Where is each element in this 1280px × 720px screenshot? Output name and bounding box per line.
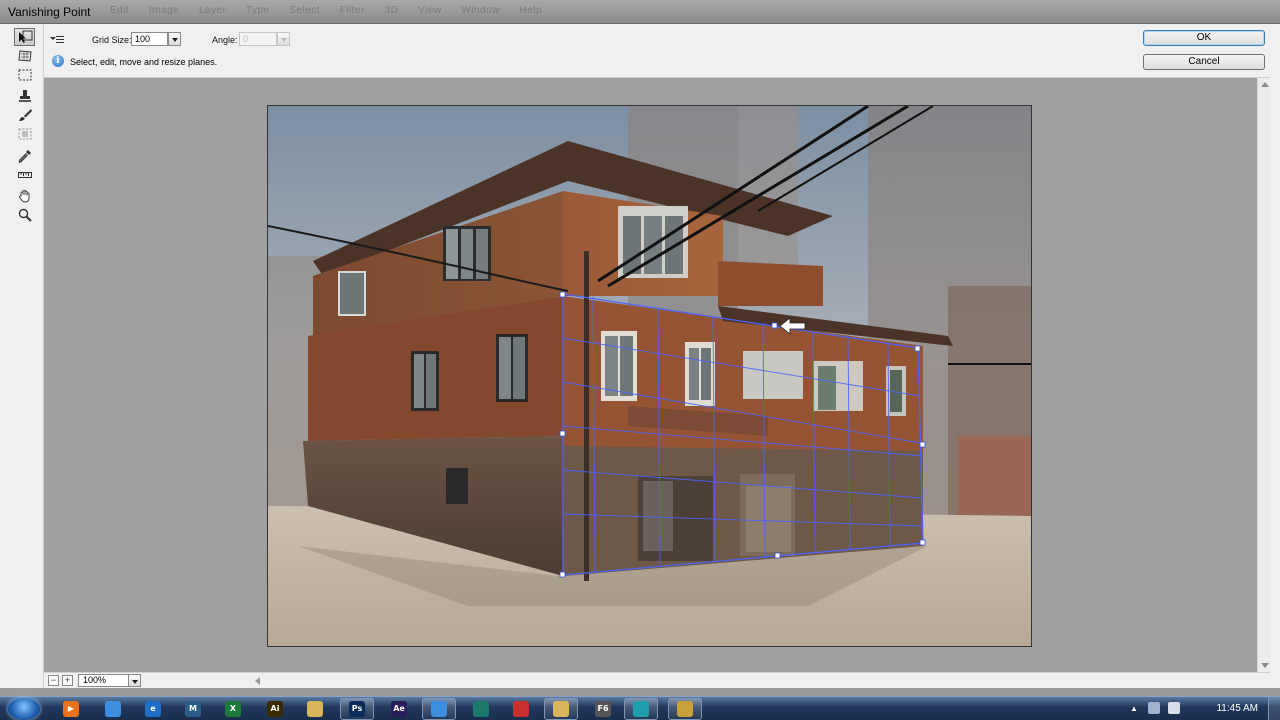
hand-icon (18, 190, 29, 203)
stamp-icon (18, 90, 31, 102)
taskbar-media-player-button[interactable]: ▶ (54, 698, 88, 720)
window-title: Vanishing Point (8, 5, 91, 19)
start-button[interactable] (8, 698, 40, 720)
edit-plane-tool[interactable] (14, 28, 35, 46)
excel-icon: X (225, 701, 241, 717)
hand-tool[interactable] (14, 187, 35, 205)
photoshop-icon: Ps (349, 701, 365, 717)
camtasia-icon (473, 701, 489, 717)
taskbar-illustrator-button[interactable]: Ai (258, 698, 292, 720)
eyedropper-icon (18, 150, 31, 163)
tray-expand-icon[interactable]: ▲ (1130, 704, 1138, 713)
grid-size-input[interactable]: 100 (131, 32, 168, 46)
taskbar-acrobat-button[interactable] (504, 698, 538, 720)
chrome-open-icon (431, 701, 447, 717)
zoom-level-field[interactable]: 100% (78, 674, 132, 687)
recorder-icon (633, 701, 649, 717)
cancel-button[interactable]: Cancel (1143, 54, 1265, 70)
taskbar-maya-button[interactable]: M (176, 698, 210, 720)
windows-taskbar: ▶ e M X Ai Ps Ae F6 ▲ 11:45 AM (0, 696, 1280, 720)
folder-icon (553, 701, 569, 717)
ok-button[interactable]: OK (1143, 30, 1265, 46)
taskbar-photoshop-button[interactable]: Ps (340, 698, 374, 720)
tool-app-icon (677, 701, 693, 717)
brush-tool[interactable] (14, 106, 35, 124)
volume-icon[interactable] (1168, 702, 1180, 714)
tool-strip (0, 24, 44, 688)
f6-app-icon: F6 (595, 701, 611, 717)
zoom-status-bar: − + 100% (44, 672, 1270, 688)
acrobat-icon (513, 701, 529, 717)
edge-browser-icon: e (145, 701, 161, 717)
taskbar-after-effects-button[interactable]: Ae (382, 698, 416, 720)
maya-icon: M (185, 701, 201, 717)
ruler-icon (17, 172, 32, 178)
panel-menu-icon[interactable] (50, 34, 64, 44)
taskbar-f6-app-button[interactable]: F6 (586, 698, 620, 720)
explorer-icon (307, 701, 323, 717)
taskbar-chrome-open-button[interactable] (422, 698, 456, 720)
taskbar-excel-button[interactable]: X (216, 698, 250, 720)
magnifier-icon (18, 208, 32, 222)
network-icon[interactable] (1148, 702, 1160, 714)
stamp-tool[interactable] (14, 87, 35, 105)
after-effects-icon: Ae (391, 701, 407, 717)
brush-icon (18, 109, 32, 121)
title-bar: Vanishing Point Edit Image Layer Type Se… (0, 0, 1280, 24)
taskbar-chrome-button[interactable] (96, 698, 130, 720)
taskbar-clock[interactable]: 11:45 AM (1216, 703, 1258, 714)
angle-label: Angle: (212, 35, 238, 45)
building-photo[interactable] (267, 105, 1032, 647)
create-plane-tool[interactable] (14, 47, 35, 65)
taskbar-folder-button[interactable] (544, 698, 578, 720)
media-player-icon: ▶ (63, 701, 79, 717)
building-image (268, 106, 1031, 646)
measure-tool[interactable] (14, 166, 35, 184)
angle-input[interactable]: 0 (239, 32, 277, 46)
zoom-in-button[interactable]: + (62, 675, 73, 686)
marquee-tool[interactable] (14, 66, 35, 84)
taskbar-recorder-button[interactable] (624, 698, 658, 720)
chrome-icon (105, 701, 121, 717)
zoom-out-button[interactable]: − (48, 675, 59, 686)
info-icon: i (52, 55, 64, 67)
grid-size-dropdown-icon[interactable] (168, 32, 181, 46)
transform-icon (18, 128, 31, 140)
angle-dropdown-icon[interactable] (277, 32, 290, 46)
options-bar: Grid Size: 100 Angle: 0 i Select, edit, … (0, 24, 1280, 78)
arrow-plane-icon (18, 30, 32, 43)
taskbar-camtasia-button[interactable] (464, 698, 498, 720)
marquee-icon (18, 69, 31, 81)
background-menu-ghost: Edit Image Layer Type Select Filter 3D V… (110, 5, 543, 16)
scroll-down-icon[interactable] (1261, 663, 1269, 668)
taskbar-explorer-button[interactable] (298, 698, 332, 720)
eyedropper-tool[interactable] (14, 147, 35, 165)
zoom-tool[interactable] (14, 206, 35, 224)
transform-tool[interactable] (14, 125, 35, 143)
vertical-scrollbar[interactable] (1257, 78, 1270, 672)
system-tray: ▲ 11:45 AM (1130, 697, 1280, 720)
taskbar-tool-app-button[interactable] (668, 698, 702, 720)
tool-hint: Select, edit, move and resize planes. (70, 57, 218, 67)
taskbar-edge-browser-button[interactable]: e (136, 698, 170, 720)
illustrator-icon: Ai (267, 701, 283, 717)
grid-size-label: Grid Size: (92, 35, 132, 45)
scroll-up-icon[interactable] (1261, 82, 1269, 87)
zoom-dropdown-icon[interactable] (128, 674, 141, 687)
create-plane-icon (17, 50, 32, 62)
scroll-left-icon[interactable] (255, 677, 260, 685)
show-desktop-button[interactable] (1268, 697, 1280, 720)
